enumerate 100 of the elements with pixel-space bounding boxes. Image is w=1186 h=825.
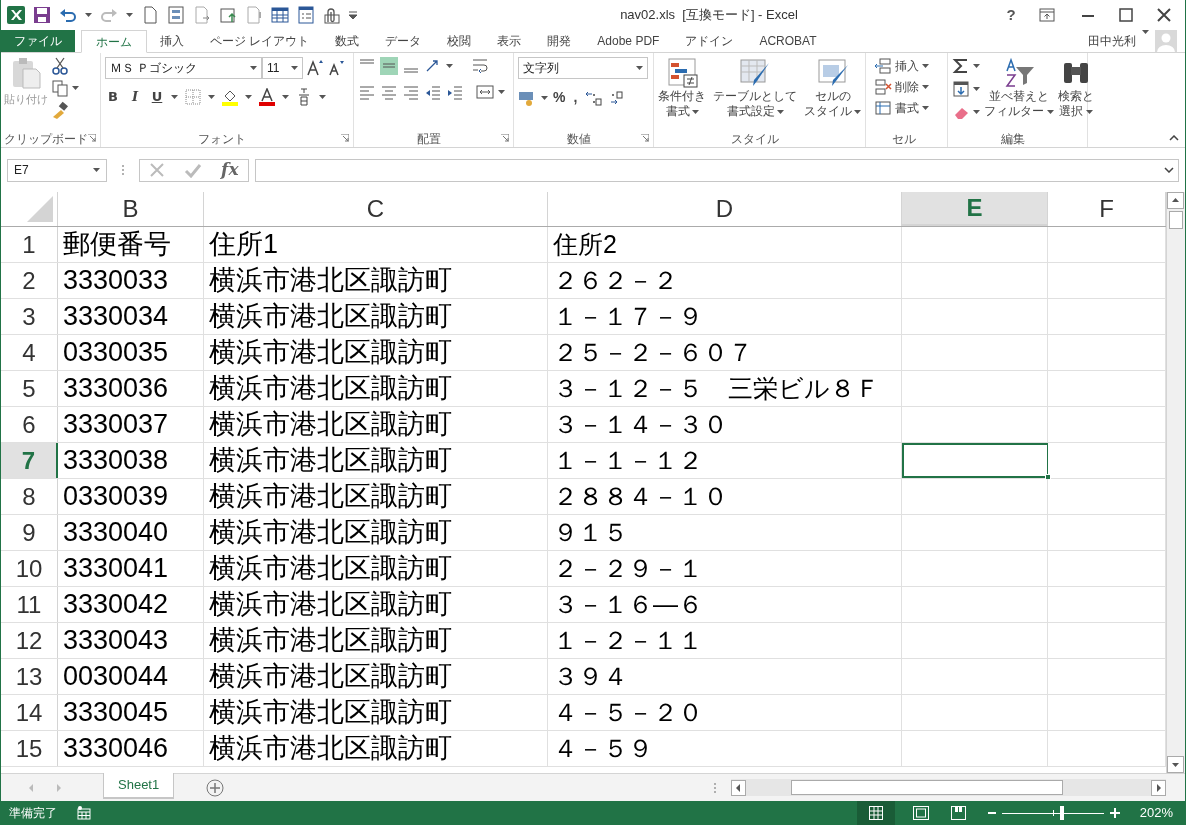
row-header[interactable]: 15: [1, 731, 58, 766]
ribbon-tab[interactable]: 数式: [322, 30, 373, 52]
dialog-launcher-icon[interactable]: [341, 134, 349, 142]
close-icon[interactable]: [1157, 8, 1171, 22]
name-box[interactable]: E7: [7, 158, 107, 182]
increase-font-size-icon[interactable]: [306, 59, 324, 77]
column-header[interactable]: C: [204, 192, 548, 226]
row-header[interactable]: 8: [1, 479, 58, 514]
cells-button[interactable]: 書式: [874, 99, 929, 117]
caret-icon[interactable]: [72, 86, 79, 90]
caret-icon[interactable]: [446, 64, 453, 68]
user-name[interactable]: 田中光利: [1088, 30, 1142, 52]
list-form-icon[interactable]: [297, 6, 315, 24]
caret-icon[interactable]: [171, 94, 178, 99]
ribbon-tab[interactable]: ホーム: [81, 30, 147, 53]
fill-down-icon[interactable]: [952, 80, 970, 98]
dialog-launcher-icon[interactable]: [641, 134, 649, 142]
percent-button[interactable]: %: [553, 87, 566, 108]
ribbon-tab[interactable]: ページ レイアウト: [197, 30, 323, 52]
dialog-launcher-icon[interactable]: [88, 134, 96, 142]
table-icon[interactable]: [271, 6, 289, 24]
scrollbar-thumb[interactable]: [1169, 211, 1183, 229]
page-break-icon[interactable]: [950, 806, 966, 820]
column-header[interactable]: B: [58, 192, 204, 226]
scroll-down-icon[interactable]: [1167, 756, 1184, 773]
row-header[interactable]: 11: [1, 587, 58, 622]
file-tab[interactable]: ファイル: [1, 30, 75, 52]
zoom-level[interactable]: 202%: [1139, 803, 1173, 823]
caret-icon[interactable]: [498, 90, 505, 94]
macro-record-icon[interactable]: [77, 806, 91, 820]
format-painter-icon[interactable]: [51, 101, 69, 119]
caret-icon[interactable]: [208, 94, 215, 99]
row-header[interactable]: 4: [1, 335, 58, 370]
ribbon-tab[interactable]: データ: [372, 30, 435, 52]
row-header[interactable]: 5: [1, 371, 58, 406]
row-header[interactable]: 2: [1, 263, 58, 298]
ribbon-tab[interactable]: 開発: [534, 30, 585, 52]
ribbon-tab[interactable]: ACROBAT: [746, 30, 830, 52]
zoom-out-icon[interactable]: [987, 809, 996, 817]
editing-button[interactable]: 並べ替えと フィルター: [984, 57, 1054, 130]
row-header[interactable]: 9: [1, 515, 58, 550]
caret-icon[interactable]: [691, 109, 699, 114]
wrap-text-icon[interactable]: [471, 57, 489, 75]
row-header[interactable]: 3: [1, 299, 58, 334]
scroll-left-icon[interactable]: [731, 779, 746, 796]
increase-indent-icon[interactable]: [446, 83, 464, 101]
caret-icon[interactable]: [922, 64, 929, 68]
caret-icon[interactable]: [973, 110, 980, 114]
horizontal-scrollbar[interactable]: [731, 779, 1166, 796]
italic-button[interactable]: I: [127, 87, 143, 107]
page-layout-icon[interactable]: [912, 806, 929, 820]
bold-button[interactable]: B: [105, 87, 121, 107]
font-size-dropdown[interactable]: 11: [262, 57, 303, 79]
caret-icon[interactable]: [973, 87, 980, 91]
row-header[interactable]: 7: [1, 443, 58, 478]
document-export-icon[interactable]: [219, 6, 237, 24]
cells-button[interactable]: 削除: [874, 78, 929, 96]
font-color-icon[interactable]: [258, 87, 276, 106]
scroll-up-icon[interactable]: [1167, 192, 1184, 209]
form-icon[interactable]: [167, 6, 185, 24]
font-name-dropdown[interactable]: ＭＳ Ｐゴシック: [105, 57, 262, 79]
row-header[interactable]: 14: [1, 695, 58, 730]
ribbon-display-icon[interactable]: [1039, 8, 1055, 22]
caret-icon[interactable]: [282, 94, 289, 99]
scroll-right-icon[interactable]: [1151, 779, 1166, 796]
number-format-dropdown[interactable]: 文字列: [518, 57, 648, 79]
caret-icon[interactable]: [291, 66, 298, 70]
autosum-icon[interactable]: [952, 57, 970, 75]
caret-icon[interactable]: [319, 94, 326, 99]
collapse-ribbon-icon[interactable]: [1169, 135, 1179, 141]
insert-function-button[interactable]: fx: [221, 157, 239, 183]
merge-center-icon[interactable]: [476, 83, 494, 101]
editing-button[interactable]: 検索と 選択: [1058, 57, 1094, 130]
vertical-scrollbar[interactable]: [1166, 192, 1185, 773]
caret-icon[interactable]: [636, 66, 643, 70]
caret-icon[interactable]: [93, 168, 100, 172]
style-button[interactable]: セルの スタイル: [804, 57, 861, 130]
caret-icon[interactable]: [973, 64, 980, 68]
slider-thumb[interactable]: [1059, 806, 1064, 820]
caret-icon[interactable]: [1086, 109, 1093, 114]
ribbon-tab[interactable]: 校閲: [434, 30, 485, 52]
undo-icon[interactable]: [59, 6, 77, 24]
sheet-tab[interactable]: Sheet1: [103, 773, 175, 799]
caret-icon[interactable]: [922, 106, 929, 110]
caret-icon[interactable]: [922, 85, 929, 89]
ribbon-tab[interactable]: Adobe PDF: [584, 30, 673, 52]
caret-icon[interactable]: [776, 109, 784, 114]
row-header[interactable]: 12: [1, 623, 58, 658]
row-header[interactable]: 1: [1, 227, 58, 262]
zoom-slider[interactable]: [1001, 806, 1104, 820]
decrease-font-size-icon[interactable]: [327, 59, 345, 77]
row-header[interactable]: 13: [1, 659, 58, 694]
caret-icon[interactable]: [854, 109, 861, 114]
row-header[interactable]: 6: [1, 407, 58, 442]
normal-view-button[interactable]: [856, 801, 895, 825]
attachment-icon[interactable]: [323, 6, 341, 24]
customize-toolbar-icon[interactable]: [349, 11, 357, 19]
column-header[interactable]: E: [902, 192, 1048, 226]
zoom-in-icon[interactable]: [1109, 808, 1120, 818]
underline-button[interactable]: U: [149, 87, 165, 107]
